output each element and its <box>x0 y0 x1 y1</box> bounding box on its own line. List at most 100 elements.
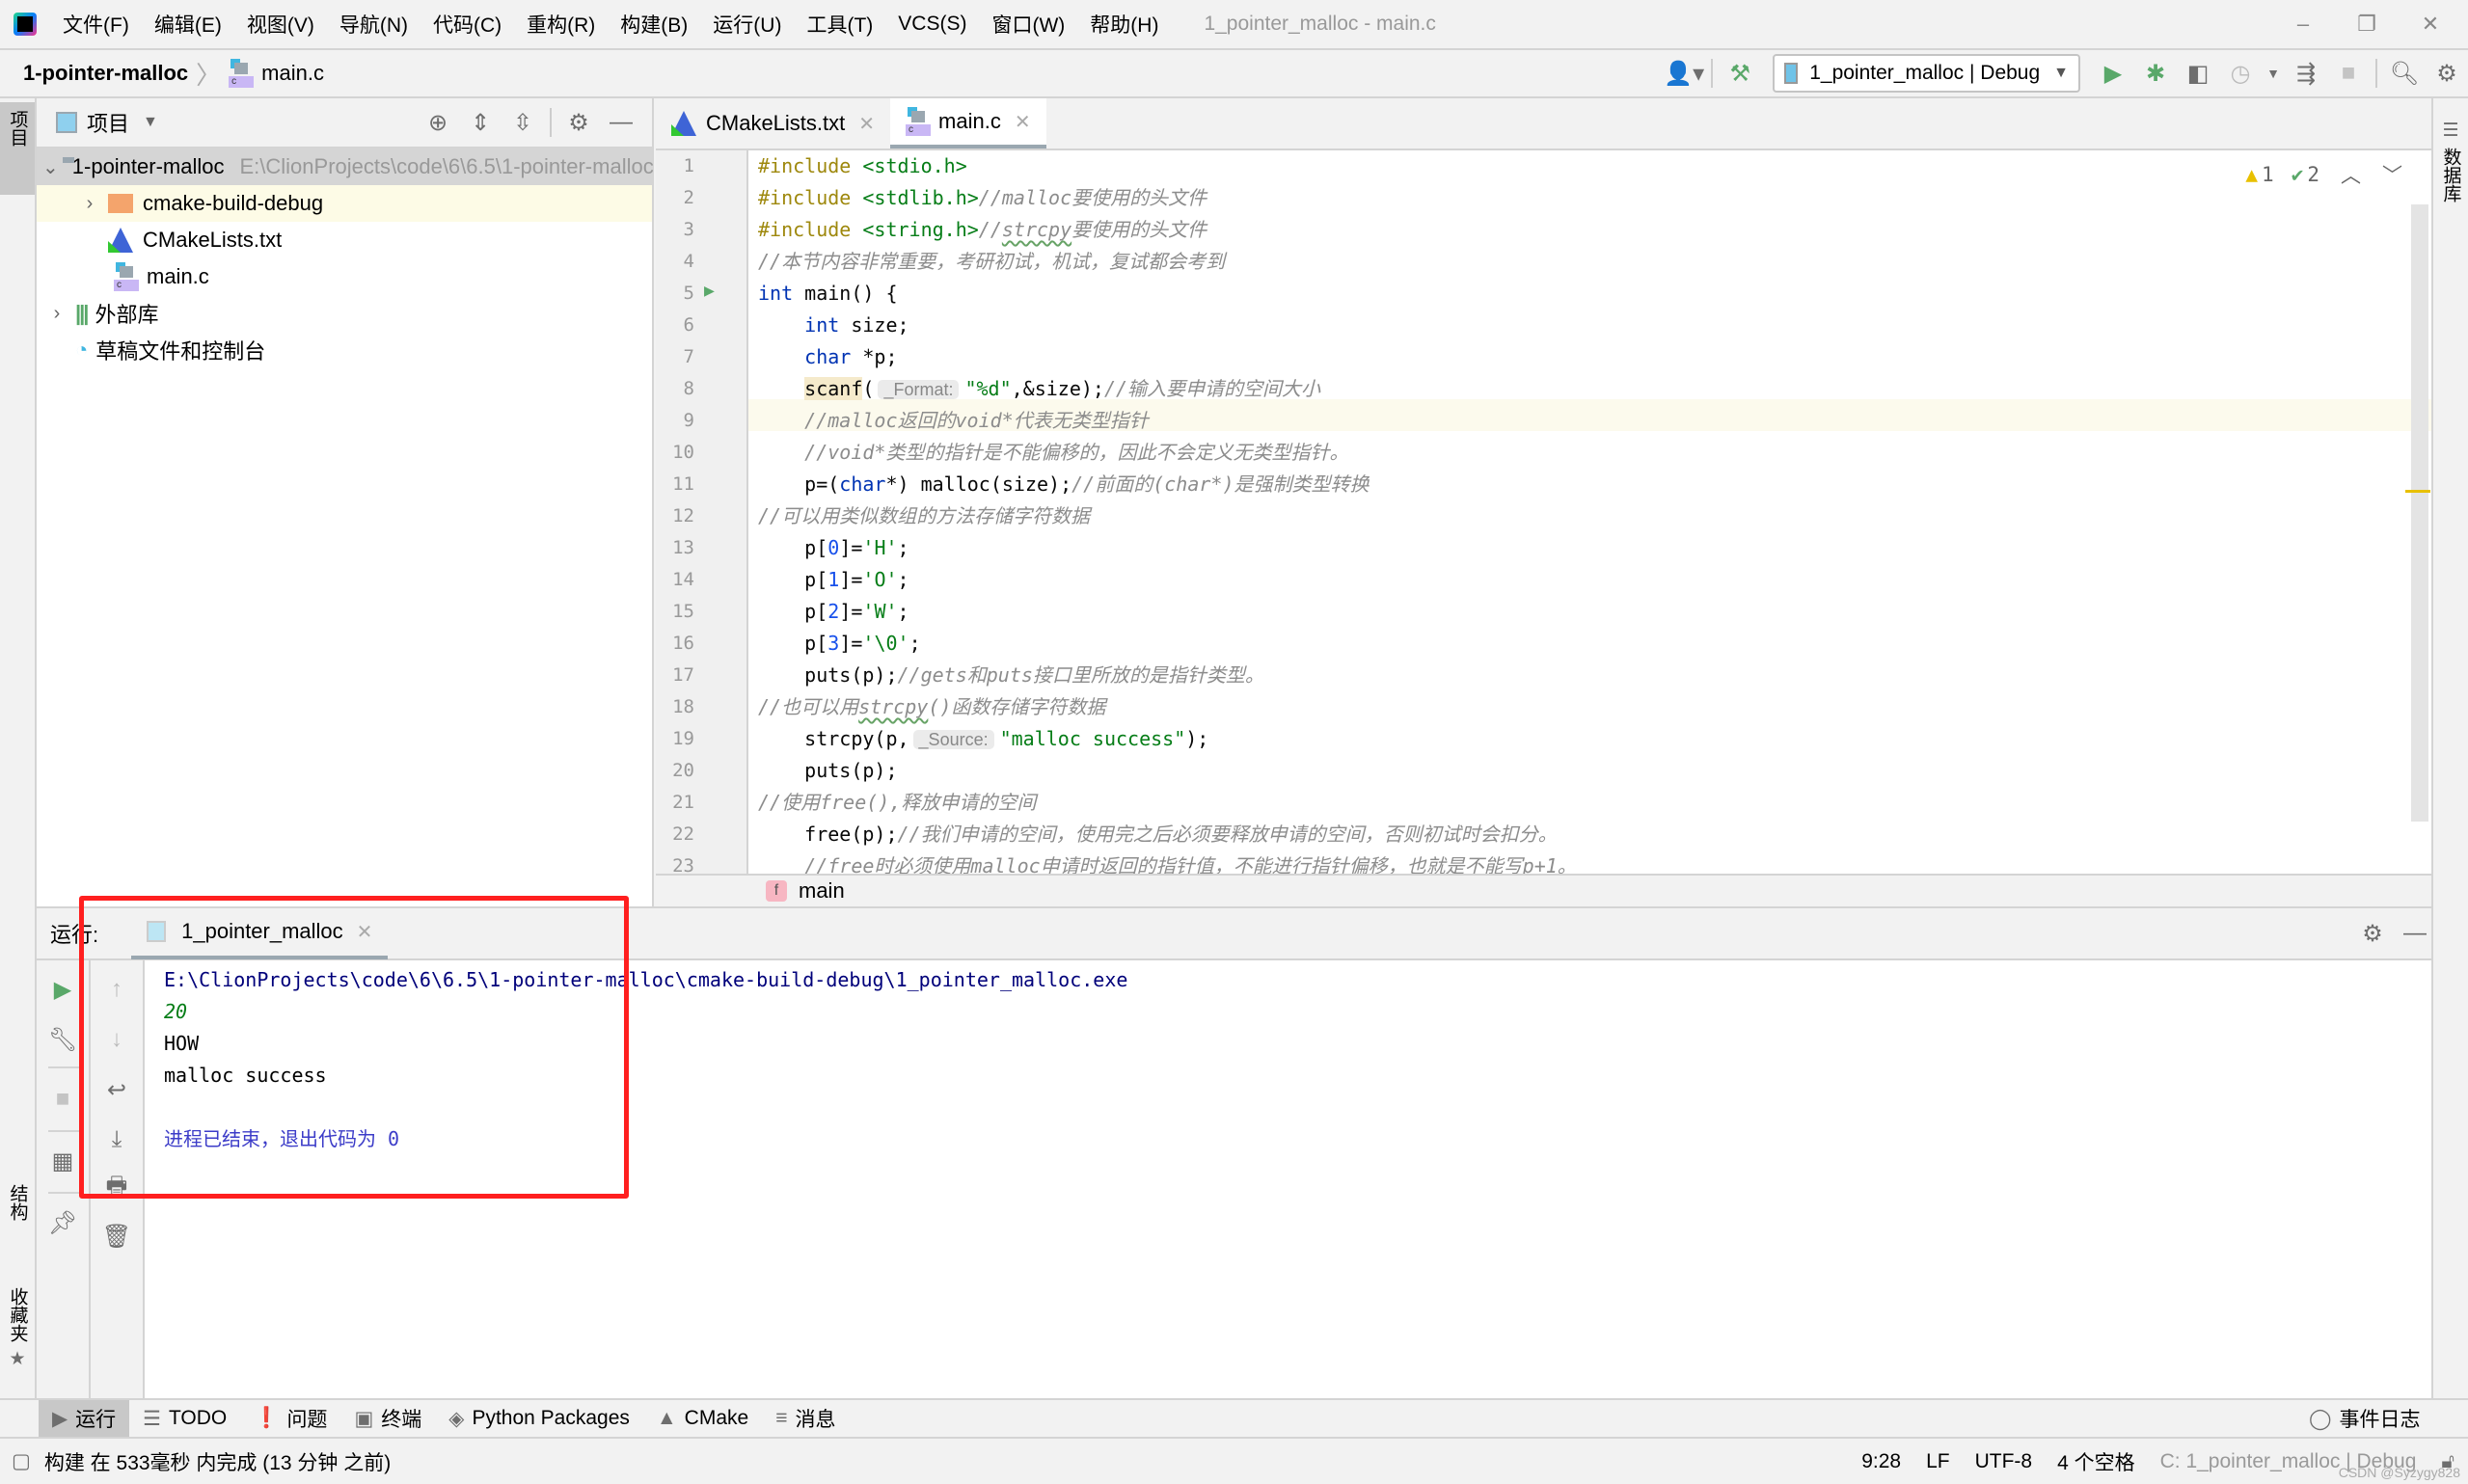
menu-run[interactable]: 运行(U) <box>700 10 794 39</box>
pin-icon[interactable]: 📌︎ <box>37 1201 89 1244</box>
warning-marker[interactable] <box>2405 490 2430 493</box>
scroll-to-end-icon[interactable]: ⤓ <box>91 1119 143 1161</box>
run-tab[interactable]: 1_pointer_malloc ✕ <box>131 907 389 959</box>
project-tool-tab[interactable]: 项目 <box>0 102 35 195</box>
arrow-down-icon[interactable]: ↓ <box>91 1018 143 1061</box>
inspection-widget[interactable]: ▲ 1 ✔ 2 ︿ ﹀ <box>2245 160 2402 189</box>
project-panel-title[interactable]: 项目 <box>87 107 129 138</box>
code-line[interactable]: //可以用类似数组的方法存储字符数据 <box>758 500 1090 532</box>
gear-icon[interactable]: ⚙ <box>2351 914 2394 953</box>
print-icon[interactable]: 🖶 <box>91 1167 143 1209</box>
tool-tab-todo[interactable]: ☰ TODO <box>129 1400 240 1437</box>
code-line[interactable]: scanf(_Format: "%d",&size);//输入要申请的空间大小 <box>758 373 1320 405</box>
code-line[interactable]: int main() { <box>758 278 898 310</box>
code-line[interactable]: char *p; <box>758 341 897 373</box>
tree-item-project-root[interactable]: ⌄ 1-pointer-malloc E:\ClionProjects\code… <box>37 148 654 185</box>
close-button[interactable]: ✕ <box>2401 0 2459 48</box>
stop-button[interactable]: ■ <box>2327 54 2370 93</box>
menu-tools[interactable]: 工具(T) <box>794 10 885 39</box>
layout-icon[interactable]: ▦ <box>37 1140 89 1182</box>
code-line[interactable]: p[0]='H'; <box>758 532 909 564</box>
tab-main-c[interactable]: c main.c ✕ <box>890 98 1046 148</box>
tool-tab-messages[interactable]: ≡ 消息 <box>762 1400 849 1437</box>
tool-tab-problems[interactable]: ❗ 问题 <box>240 1400 340 1437</box>
code-line[interactable]: p[2]='W'; <box>758 596 909 628</box>
menu-navigate[interactable]: 导航(N) <box>327 10 420 39</box>
editor-scrollbar[interactable] <box>2405 204 2430 822</box>
gear-icon[interactable]: ⚙ <box>2426 54 2468 93</box>
tool-tab-terminal[interactable]: ▣ 终端 <box>340 1400 435 1437</box>
build-status-message[interactable]: 构建 在 533毫秒 内完成 (13 分钟 之前) <box>44 1447 391 1476</box>
stop-button[interactable]: ■ <box>37 1078 89 1120</box>
code-line[interactable]: free(p);//我们申请的空间，使用完之后必须要释放申请的空间，否则初试时会… <box>758 819 1557 850</box>
tab-cmakelists[interactable]: CMakeLists.txt ✕ <box>656 98 890 148</box>
search-icon[interactable]: 🔍︎ <box>2383 54 2426 93</box>
chevron-right-icon[interactable]: › <box>75 193 104 215</box>
menu-file[interactable]: 文件(F) <box>50 10 142 39</box>
locate-file-icon[interactable]: ⊕ <box>417 103 459 142</box>
tool-tab-run[interactable]: ▶ 运行 <box>39 1400 130 1437</box>
more-run-options-chevron-icon[interactable]: ▼ <box>2262 54 2285 93</box>
code-line[interactable]: //malloc返回的void*代表无类型指针 <box>758 405 1149 437</box>
run-gutter-icon[interactable]: ▶ <box>704 281 715 301</box>
menu-help[interactable]: 帮助(H) <box>1077 10 1171 39</box>
arrow-up-icon[interactable]: ↑ <box>91 968 143 1011</box>
tree-item-scratches[interactable]: ◔ 草稿文件和控制台 <box>37 332 652 368</box>
minimize-button[interactable]: – <box>2274 0 2332 48</box>
run-console[interactable]: E:\ClionProjects\code\6\6.5\1-pointer-ma… <box>145 960 2431 1398</box>
breadcrumb-function[interactable]: main <box>799 878 845 904</box>
code-line[interactable]: puts(p); <box>758 755 897 787</box>
attach-debugger-icon[interactable]: ⇶ <box>2285 54 2327 93</box>
tree-item-cmake-build-debug[interactable]: › cmake-build-debug <box>37 185 652 222</box>
menu-refactor[interactable]: 重构(R) <box>514 10 608 39</box>
code-line[interactable]: #include <stdio.h> <box>758 150 967 182</box>
close-tab-icon[interactable]: ✕ <box>357 920 373 944</box>
database-tool-tab[interactable]: ☰ 数据库 <box>2433 112 2468 218</box>
code-editor[interactable]: 1 2 3 4 5 6 7 8 9 10 11 12 13 14 15 16 17 18 19 20 21 22 23 ▶ #… <box>656 150 2431 874</box>
run-configuration-selector[interactable]: 1_pointer_malloc | Debug ▼ <box>1773 54 2080 93</box>
restore-button[interactable]: ❐ <box>2338 0 2396 48</box>
rerun-icon[interactable]: ▶ <box>37 968 89 1011</box>
code-line[interactable]: //void*类型的指针是不能偏移的，因此不会定义无类型指针。 <box>758 437 1348 469</box>
expand-all-icon[interactable]: ⇕ <box>459 103 502 142</box>
chevron-down-icon[interactable]: ⌄ <box>42 155 59 179</box>
profile-icon[interactable]: ◷ <box>2219 54 2262 93</box>
code-line[interactable]: p=(char*) malloc(size);//前面的(char*)是强制类型… <box>758 469 1369 500</box>
menu-build[interactable]: 构建(B) <box>608 10 700 39</box>
tree-item-external-libraries[interactable]: › ||| 外部库 <box>37 295 652 332</box>
code-line[interactable]: //也可以用strcpy()函数存储字符数据 <box>758 691 1105 723</box>
caret-position[interactable]: 9:28 <box>1861 1450 1901 1473</box>
menu-window[interactable]: 窗口(W) <box>979 10 1077 39</box>
code-line[interactable]: p[3]='\0'; <box>758 628 920 660</box>
file-encoding[interactable]: UTF-8 <box>1975 1450 2033 1473</box>
code-line[interactable]: //free时必须使用malloc申请时返回的指针值，不能进行指针偏移，也就是不… <box>758 850 1577 874</box>
menu-view[interactable]: 视图(V) <box>234 10 327 39</box>
next-highlight-icon[interactable]: ﹀ <box>2382 160 2402 189</box>
chevron-down-icon[interactable]: ▼ <box>143 114 158 131</box>
previous-highlight-icon[interactable]: ︿ <box>2341 160 2361 189</box>
code-line[interactable]: #include <string.h>//strcpy要使用的头文件 <box>758 214 1207 246</box>
indent-setting[interactable]: 4 个空格 <box>2057 1447 2135 1476</box>
chevron-right-icon[interactable]: › <box>42 303 71 325</box>
hide-panel-icon[interactable]: — <box>2394 914 2436 953</box>
structure-tool-tab[interactable]: 结构 <box>0 1176 35 1263</box>
tree-item-cmakelists[interactable]: CMakeLists.txt <box>37 222 652 258</box>
favorites-tool-tab[interactable]: 收藏夹 ★ <box>0 1280 35 1386</box>
hide-panel-icon[interactable]: — <box>600 103 642 142</box>
run-button[interactable]: ▶ <box>2092 54 2134 93</box>
breadcrumb-project[interactable]: 1-pointer-malloc <box>23 61 188 86</box>
code-line[interactable]: strcpy(p, _Source: "malloc success"); <box>758 723 1208 755</box>
collapse-all-icon[interactable]: ⇳ <box>502 103 544 142</box>
code-line[interactable]: //使用free(),释放申请的空间 <box>758 787 1036 819</box>
code-line[interactable]: int size; <box>758 310 909 341</box>
code-line[interactable]: //本节内容非常重要，考研初试，机试，复试都会考到 <box>758 246 1225 278</box>
tool-tab-python-packages[interactable]: ◈ Python Packages <box>435 1400 643 1437</box>
menu-edit[interactable]: 编辑(E) <box>142 10 234 39</box>
run-with-coverage-icon[interactable]: ◧ <box>2177 54 2219 93</box>
code-line[interactable]: puts(p);//gets和puts接口里所放的是指针类型。 <box>758 660 1264 691</box>
debug-bug-icon[interactable]: ✱ <box>2134 54 2177 93</box>
gear-icon[interactable]: ⚙ <box>557 103 600 142</box>
build-hammer-icon[interactable]: ⚒ <box>1719 54 1761 93</box>
tool-tab-cmake[interactable]: ▲ CMake <box>643 1400 762 1437</box>
user-account-icon[interactable]: 👤▾ <box>1663 54 1705 93</box>
